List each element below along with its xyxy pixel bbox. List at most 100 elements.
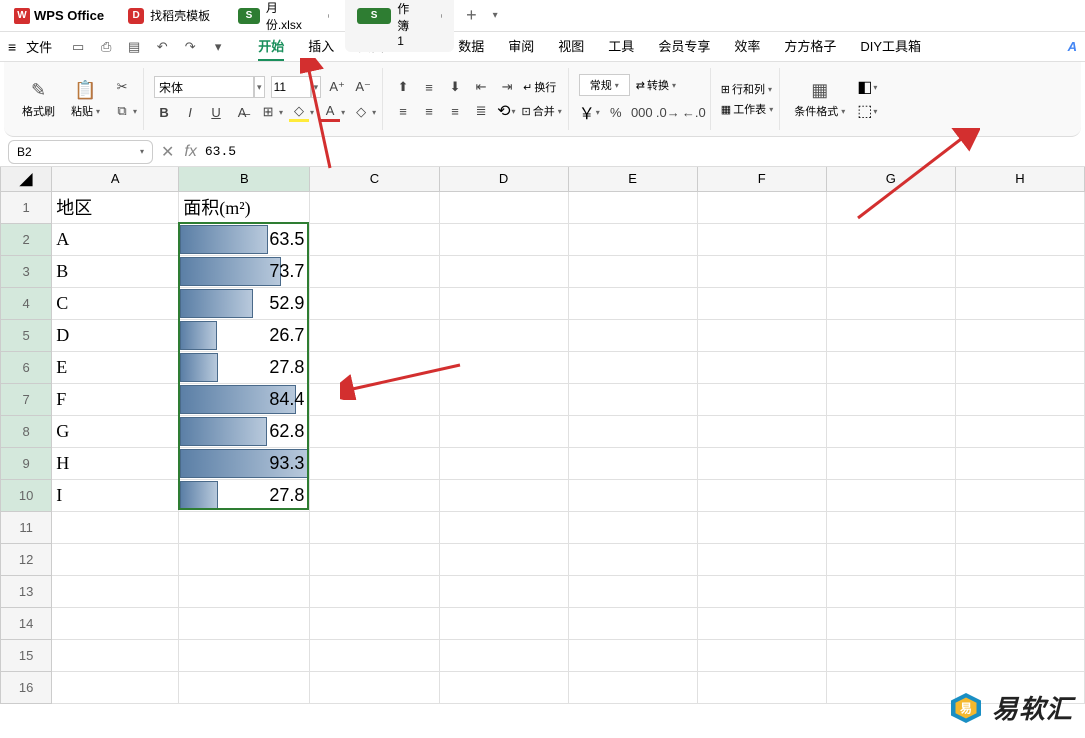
cell[interactable] — [179, 639, 310, 671]
cell[interactable] — [310, 479, 439, 511]
paste-button[interactable]: 📋 粘贴▾ — [67, 77, 104, 121]
cell[interactable] — [568, 511, 697, 543]
convert-button[interactable]: ⇄ 转换▾ — [636, 77, 676, 93]
cell[interactable] — [826, 575, 955, 607]
justify-icon[interactable]: ≣ — [471, 101, 491, 121]
col-head-B[interactable]: B — [179, 167, 310, 191]
cell[interactable] — [697, 415, 826, 447]
cell-B1[interactable]: 面积(m²) — [179, 191, 310, 223]
col-head-E[interactable]: E — [568, 167, 697, 191]
merge-button[interactable]: ⊡ 合并▾ — [522, 103, 562, 119]
save-icon[interactable]: ▭ — [70, 39, 86, 55]
cell[interactable] — [826, 639, 955, 671]
cell[interactable] — [439, 415, 568, 447]
cell[interactable] — [439, 255, 568, 287]
strikethrough-button[interactable]: A̶ — [232, 102, 252, 122]
cell[interactable] — [568, 191, 697, 223]
worksheet-button[interactable]: ▦ 工作表▾ — [721, 101, 773, 117]
cell[interactable] — [52, 639, 179, 671]
cell[interactable] — [697, 479, 826, 511]
cell[interactable] — [439, 383, 568, 415]
quick-dropdown[interactable]: ▾ — [210, 39, 226, 55]
cell[interactable] — [826, 223, 955, 255]
row-head-1[interactable]: 1 — [1, 191, 52, 223]
cell[interactable] — [826, 415, 955, 447]
cell[interactable] — [568, 639, 697, 671]
clear-format-button[interactable]: ◇▾ — [351, 102, 376, 122]
cell[interactable] — [955, 351, 1084, 383]
row-head-16[interactable]: 16 — [1, 671, 52, 703]
rows-cols-button[interactable]: ⊞ 行和列▾ — [721, 81, 773, 97]
decimal-dec-icon[interactable]: ←.0 — [684, 102, 704, 122]
decimal-inc-icon[interactable]: .0→ — [658, 102, 678, 122]
cell[interactable] — [310, 543, 439, 575]
decrease-font-icon[interactable]: A⁻ — [353, 77, 373, 97]
grid[interactable]: ◢ A B C D E F G H 1 地区 面积(m²) 2 A 63.5 3… — [0, 167, 1085, 704]
row-head-4[interactable]: 4 — [1, 287, 52, 319]
cancel-icon[interactable]: ✕ — [161, 142, 174, 162]
fx-icon[interactable]: fx — [184, 143, 196, 161]
align-center-icon[interactable]: ≡ — [419, 101, 439, 121]
cell[interactable] — [826, 607, 955, 639]
cell[interactable] — [826, 479, 955, 511]
ai-icon[interactable]: A — [1068, 39, 1077, 54]
undo-icon[interactable]: ↶ — [154, 39, 170, 55]
tab-month[interactable]: S 月份.xlsx — [226, 0, 341, 37]
cell[interactable] — [955, 255, 1084, 287]
cell[interactable] — [697, 319, 826, 351]
menu-tab-data[interactable]: 数据 — [458, 32, 484, 61]
cell[interactable] — [439, 287, 568, 319]
align-right-icon[interactable]: ≡ — [445, 101, 465, 121]
cell[interactable] — [697, 511, 826, 543]
cell[interactable] — [826, 351, 955, 383]
percent-icon[interactable]: % — [606, 102, 626, 122]
cell[interactable] — [826, 383, 955, 415]
thousands-icon[interactable]: 000 — [632, 102, 652, 122]
cell-A9[interactable]: H — [52, 447, 179, 479]
cell[interactable] — [955, 479, 1084, 511]
col-head-D[interactable]: D — [439, 167, 568, 191]
row-head-10[interactable]: 10 — [1, 479, 52, 511]
row-head-6[interactable]: 6 — [1, 351, 52, 383]
size-chevron[interactable]: ▾ — [311, 76, 322, 98]
tab-templates[interactable]: D 找稻壳模板 — [116, 3, 222, 28]
cell-A7[interactable]: F — [52, 383, 179, 415]
row-head-13[interactable]: 13 — [1, 575, 52, 607]
cell[interactable] — [697, 639, 826, 671]
align-middle-icon[interactable]: ≡ — [419, 77, 439, 97]
cell[interactable] — [310, 447, 439, 479]
cell[interactable] — [568, 383, 697, 415]
cell[interactable] — [955, 607, 1084, 639]
cell[interactable] — [310, 319, 439, 351]
menu-tab-view[interactable]: 视图 — [558, 32, 584, 61]
cell[interactable] — [439, 447, 568, 479]
cell-A2[interactable]: A — [52, 223, 179, 255]
cell[interactable] — [179, 575, 310, 607]
cell-B5[interactable]: 26.7 — [179, 319, 310, 351]
italic-button[interactable]: I — [180, 102, 200, 122]
cell[interactable] — [697, 575, 826, 607]
menu-tab-diy[interactable]: DIY工具箱 — [860, 32, 921, 61]
cell[interactable] — [439, 223, 568, 255]
cell-B10[interactable]: 27.8 — [179, 479, 310, 511]
name-box[interactable]: B2 ▾ — [8, 140, 153, 164]
cell[interactable] — [568, 607, 697, 639]
menu-tab-member[interactable]: 会员专享 — [658, 32, 710, 61]
cell[interactable] — [310, 415, 439, 447]
print-icon[interactable]: ⎙ — [98, 39, 114, 55]
wrap-button[interactable]: ↵ 换行 — [523, 79, 556, 95]
cell[interactable] — [697, 383, 826, 415]
row-head-3[interactable]: 3 — [1, 255, 52, 287]
row-head-5[interactable]: 5 — [1, 319, 52, 351]
cell[interactable] — [568, 255, 697, 287]
cell[interactable] — [955, 191, 1084, 223]
tab-add[interactable]: + — [458, 5, 485, 26]
cell[interactable] — [310, 511, 439, 543]
cell[interactable] — [439, 543, 568, 575]
cell[interactable] — [826, 511, 955, 543]
currency-button[interactable]: ￥▾ — [579, 100, 600, 124]
cell[interactable] — [310, 351, 439, 383]
cell[interactable] — [826, 671, 955, 703]
col-head-H[interactable]: H — [955, 167, 1084, 191]
cell[interactable] — [955, 319, 1084, 351]
